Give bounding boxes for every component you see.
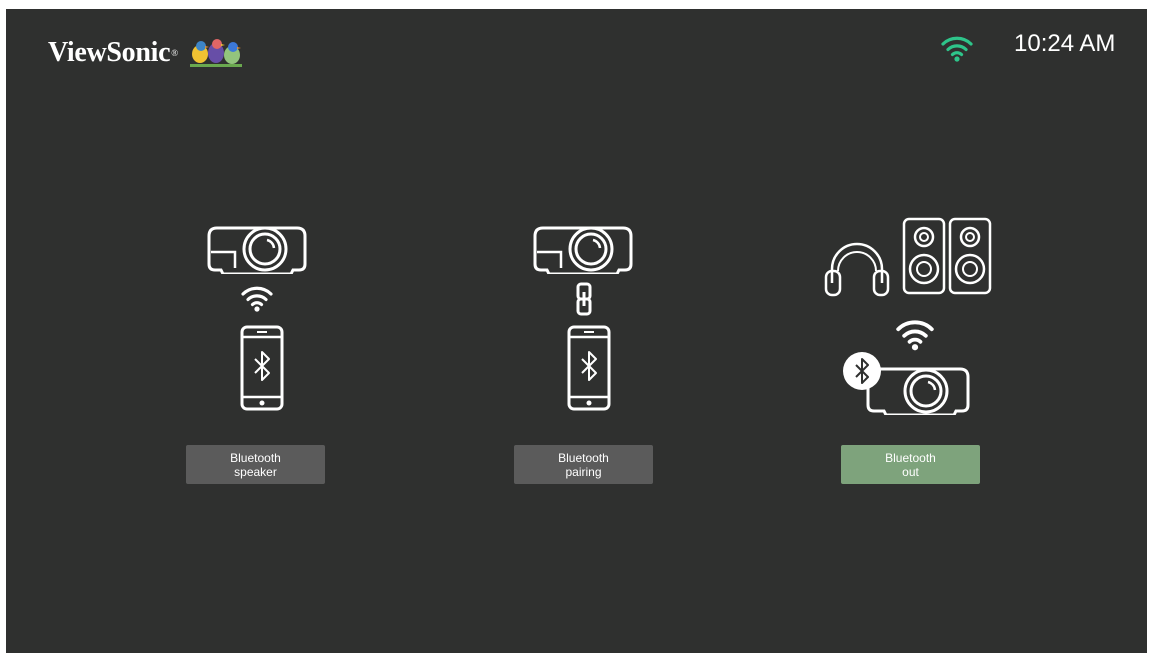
headphones-icon <box>824 242 890 297</box>
brand-name: ViewSonic <box>48 37 171 68</box>
brand-logo: ViewSonic ® <box>48 36 244 70</box>
button-label-line1: Bluetooth <box>885 450 936 465</box>
button-label-line1: Bluetooth <box>230 450 281 465</box>
bluetooth-out-button[interactable]: Bluetooth out <box>841 445 980 484</box>
bluetooth-speaker-button[interactable]: Bluetooth speaker <box>186 445 325 484</box>
registered-mark: ® <box>171 48 179 58</box>
wifi-icon <box>896 320 934 351</box>
bluetooth-projector-icon <box>843 352 970 415</box>
projector-icon <box>533 226 633 274</box>
button-label-line1: Bluetooth <box>558 450 609 465</box>
button-label-line2: out <box>902 464 919 479</box>
speakers-icon <box>902 217 992 295</box>
button-label-line2: speaker <box>234 464 277 479</box>
projector-icon <box>207 226 307 274</box>
bluetooth-phone-icon <box>240 325 284 411</box>
button-label-line2: pairing <box>565 464 602 479</box>
bluetooth-phone-icon <box>567 325 611 411</box>
clock: 10:24 AM <box>1014 30 1116 57</box>
link-icon <box>576 282 592 316</box>
wifi-icon <box>941 36 973 62</box>
bluetooth-pairing-button[interactable]: Bluetooth pairing <box>514 445 653 484</box>
viewsonic-birds-logo-icon <box>190 39 243 67</box>
screen: ViewSonic ® 10:24 AM Bluetooth speaker B… <box>6 9 1147 653</box>
wifi-icon <box>241 286 273 312</box>
